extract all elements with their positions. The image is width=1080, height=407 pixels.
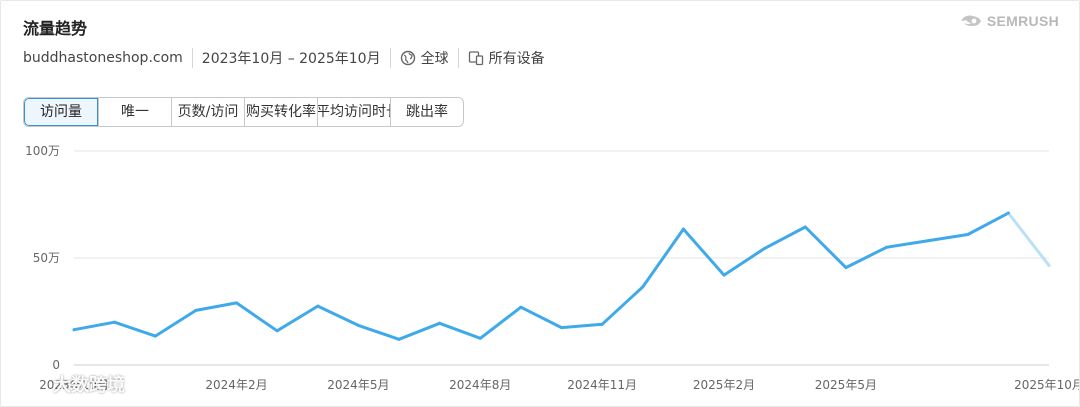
x-tick-label: 2025年5月 <box>815 378 877 392</box>
data-point <box>113 320 117 324</box>
data-point <box>966 232 970 236</box>
watermark: 大数跨境 <box>9 371 125 397</box>
x-tick-label: 2024年11月 <box>567 378 637 392</box>
data-point <box>235 301 238 305</box>
data-point <box>316 304 320 308</box>
data-point <box>722 273 726 277</box>
x-tick-label: 2024年8月 <box>449 378 511 392</box>
data-point <box>560 326 563 330</box>
data-point <box>194 308 198 312</box>
data-point <box>1006 211 1010 215</box>
data-point <box>925 239 929 243</box>
x-tick-label: 2024年5月 <box>327 378 389 392</box>
data-point <box>844 266 848 270</box>
data-point <box>763 246 767 250</box>
data-point <box>478 336 482 340</box>
data-point <box>397 337 401 341</box>
data-point <box>519 305 523 309</box>
x-tick-label: 2024年2月 <box>205 378 267 392</box>
data-point <box>641 285 645 289</box>
y-tick-label: 0 <box>52 358 60 372</box>
y-tick-label: 100万 <box>25 144 60 158</box>
data-point <box>803 225 807 229</box>
x-tick-label: 2025年10月 <box>1014 378 1079 392</box>
watermark-logo-icon <box>10 375 41 392</box>
data-point <box>72 328 76 332</box>
data-point <box>356 323 360 327</box>
series-line <box>72 211 1010 341</box>
traffic-trend-card: 流量趋势 SEMRUSH buddhastoneshop.com 2023年10… <box>0 0 1080 407</box>
data-point <box>885 245 888 249</box>
data-point <box>153 334 157 338</box>
y-tick-label: 50万 <box>33 251 60 265</box>
data-point <box>681 227 685 231</box>
data-point <box>1047 263 1051 267</box>
x-tick-label: 2025年2月 <box>693 378 755 392</box>
watermark-text: 大数跨境 <box>53 375 125 396</box>
data-point <box>600 322 604 326</box>
data-point <box>275 329 279 333</box>
traffic-line-chart: 050万100万2023年10月 2024年2月 2024年5月 2024年8月 202… <box>25 144 1079 392</box>
data-point <box>438 321 442 325</box>
